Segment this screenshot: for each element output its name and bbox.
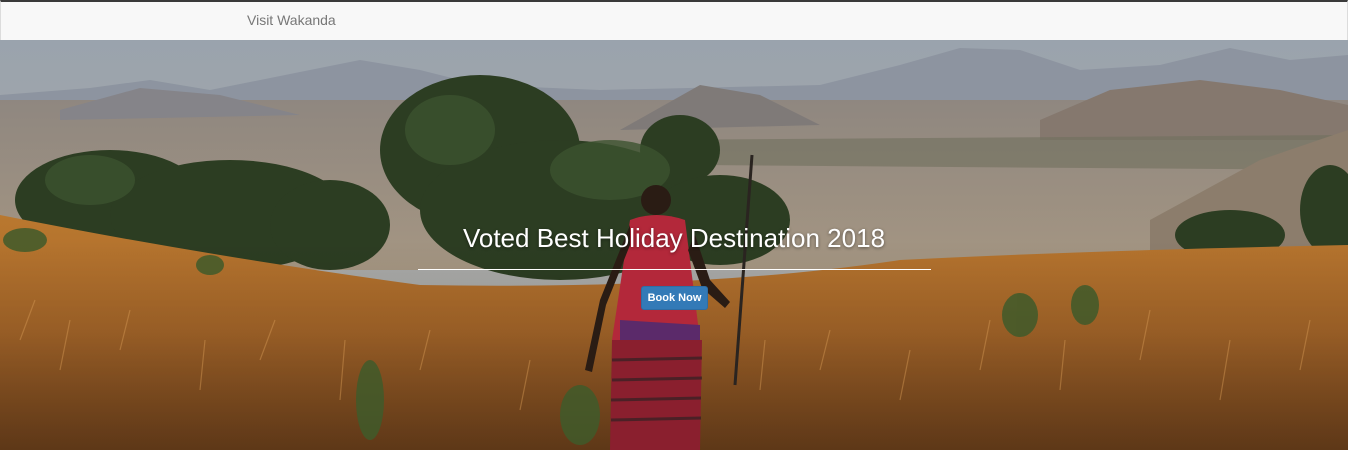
hero-divider — [418, 269, 931, 270]
hero-title: Voted Best Holiday Destination 2018 — [462, 223, 886, 253]
hero-section: Voted Best Holiday Destination 2018 Book… — [0, 40, 1348, 450]
brand-link[interactable]: Visit Wakanda — [247, 12, 336, 28]
top-navbar: Visit Wakanda — [0, 0, 1348, 41]
book-now-button[interactable]: Book Now — [641, 286, 708, 310]
